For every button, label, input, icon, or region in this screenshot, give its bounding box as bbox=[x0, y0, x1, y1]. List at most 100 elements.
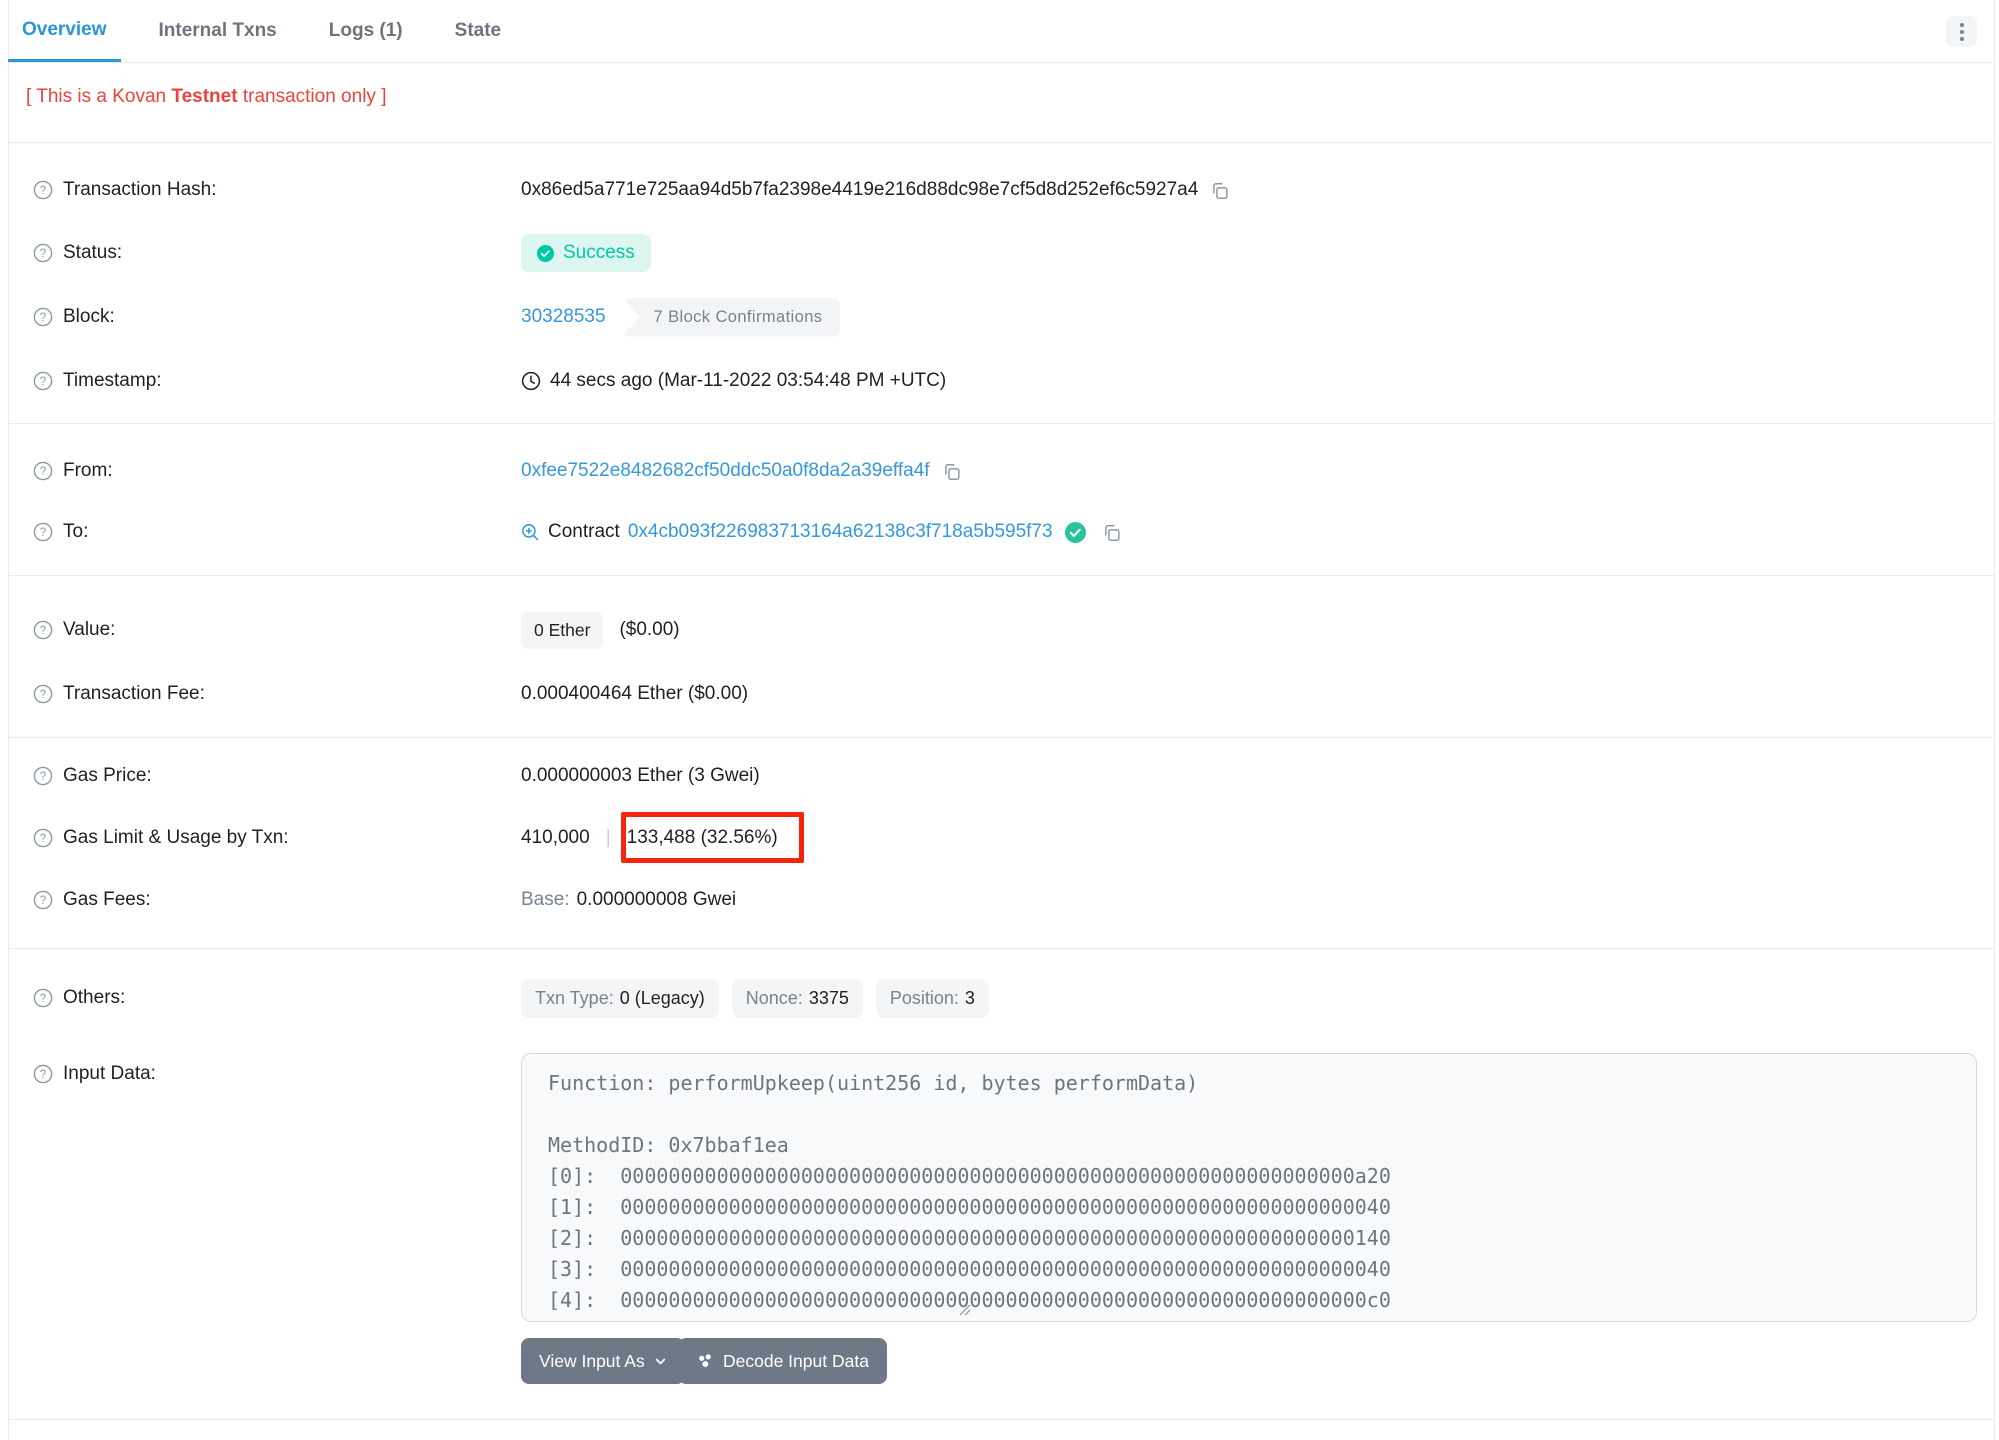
help-icon[interactable]: ? bbox=[33, 828, 53, 848]
testnet-notice-suffix: transaction only ] bbox=[237, 86, 387, 107]
to-address-link[interactable]: 0x4cb093f226983713164a62138c3f718a5b595f… bbox=[628, 521, 1053, 543]
help-icon[interactable]: ? bbox=[33, 522, 53, 542]
verified-check-icon bbox=[1064, 521, 1086, 543]
help-icon[interactable]: ? bbox=[33, 620, 53, 640]
timestamp-value: 44 secs ago (Mar-11-2022 03:54:48 PM +UT… bbox=[550, 370, 947, 391]
svg-text:?: ? bbox=[40, 466, 46, 478]
txn-type-badge: Txn Type: 0 (Legacy) bbox=[521, 978, 719, 1018]
divider bbox=[9, 1419, 1994, 1420]
help-icon[interactable]: ? bbox=[33, 766, 53, 786]
txn-type-value: 0 (Legacy) bbox=[619, 987, 705, 1008]
testnet-notice: [ This is a Kovan Testnet transaction on… bbox=[26, 86, 386, 108]
card-right-border bbox=[1994, 0, 1995, 1440]
nonce-label: Nonce: bbox=[745, 987, 803, 1008]
status-badge: Success bbox=[521, 234, 651, 272]
input-data-textarea[interactable]: Function: performUpkeep(uint256 id, byte… bbox=[521, 1053, 1977, 1322]
help-icon[interactable]: ? bbox=[33, 890, 53, 910]
position-label: Position: bbox=[889, 987, 959, 1008]
svg-text:?: ? bbox=[40, 895, 46, 907]
help-icon[interactable]: ? bbox=[33, 988, 53, 1008]
row-gas-fees: ? Gas Fees: Base: 0.000000008 Gwei bbox=[33, 880, 1969, 920]
row-label: Value: bbox=[63, 619, 116, 640]
block-number-link[interactable]: 30328535 bbox=[521, 306, 606, 328]
svg-text:?: ? bbox=[40, 625, 46, 637]
help-icon[interactable]: ? bbox=[33, 461, 53, 481]
divider bbox=[9, 423, 1994, 424]
svg-text:?: ? bbox=[40, 833, 46, 845]
decode-input-data-label: Decode Input Data bbox=[723, 1350, 869, 1371]
gas-limit-value: 410,000 bbox=[521, 827, 590, 848]
help-icon[interactable]: ? bbox=[33, 180, 53, 200]
more-options-button[interactable] bbox=[1946, 16, 1977, 47]
nonce-value: 3375 bbox=[808, 987, 849, 1008]
input-data-content: Function: performUpkeep(uint256 id, byte… bbox=[548, 1071, 1391, 1321]
txn-type-label: Txn Type: bbox=[535, 987, 614, 1008]
svg-text:?: ? bbox=[40, 993, 46, 1005]
row-transaction-hash: ? Transaction Hash: 0x86ed5a771e725aa94d… bbox=[33, 170, 1969, 210]
row-transaction-fee: ? Transaction Fee: 0.000400464 Ether ($0… bbox=[33, 674, 1969, 714]
row-label: From: bbox=[63, 460, 113, 481]
from-address-link[interactable]: 0xfee7522e8482682cf50ddc50a0f8da2a39effa… bbox=[521, 460, 930, 482]
row-timestamp: ? Timestamp: 44 secs ago (Mar-11-2022 03… bbox=[33, 361, 1969, 401]
help-icon[interactable]: ? bbox=[33, 684, 53, 704]
decode-input-data-button[interactable]: Decode Input Data bbox=[678, 1338, 887, 1384]
row-label: Transaction Hash: bbox=[63, 179, 217, 200]
row-label: Others: bbox=[63, 987, 126, 1008]
gas-fees-base-value: 0.000000008 Gwei bbox=[576, 889, 737, 910]
testnet-notice-prefix: [ This is a Kovan bbox=[26, 86, 172, 107]
view-input-as-button[interactable]: View Input As bbox=[521, 1338, 685, 1384]
tab-state[interactable]: State bbox=[441, 0, 515, 62]
row-value: ? Value: 0 Ether ($0.00) bbox=[33, 610, 1969, 650]
copy-icon[interactable] bbox=[1102, 523, 1121, 542]
svg-text:?: ? bbox=[40, 185, 46, 197]
help-icon[interactable]: ? bbox=[33, 371, 53, 391]
copy-icon[interactable] bbox=[942, 462, 961, 481]
help-icon[interactable]: ? bbox=[33, 243, 53, 263]
gas-fees-base-label: Base: bbox=[521, 889, 570, 910]
row-to: ? To: Contract 0x4cb093f226983713164a621… bbox=[33, 512, 1969, 552]
view-input-as-label: View Input As bbox=[539, 1350, 645, 1371]
check-circle-icon bbox=[537, 244, 554, 262]
value-separator: | bbox=[605, 827, 611, 848]
tab-bar: Overview Internal Txns Logs (1) State bbox=[8, 0, 1994, 63]
svg-text:?: ? bbox=[40, 1069, 46, 1081]
row-others: ? Others: Txn Type: 0 (Legacy) Nonce: 3375… bbox=[33, 978, 1969, 1018]
value-ether-badge: 0 Ether bbox=[521, 611, 604, 649]
copy-icon[interactable] bbox=[1210, 181, 1229, 200]
row-label: Gas Limit & Usage by Txn: bbox=[63, 827, 289, 848]
testnet-notice-bold: Testnet bbox=[171, 86, 238, 107]
divider bbox=[9, 142, 1994, 143]
to-contract-prefix: Contract bbox=[548, 521, 620, 542]
position-value: 3 bbox=[964, 987, 975, 1008]
row-label: Input Data: bbox=[63, 1063, 156, 1084]
row-block: ? Block: 30328535 7 Block Confirmations bbox=[33, 297, 1969, 337]
value-usd: ($0.00) bbox=[619, 619, 680, 640]
row-label: Gas Price: bbox=[63, 765, 152, 786]
divider bbox=[9, 575, 1994, 576]
transaction-overview-page: Overview Internal Txns Logs (1) State [ … bbox=[0, 0, 1999, 1440]
row-from: ? From: 0xfee7522e8482682cf50ddc50a0f8da… bbox=[33, 451, 1969, 491]
row-gas-limit-usage: ? Gas Limit & Usage by Txn: 410,000 | 13… bbox=[33, 818, 1969, 858]
row-status: ? Status: Success bbox=[33, 233, 1969, 273]
decode-icon bbox=[696, 1352, 714, 1370]
row-label: Status: bbox=[63, 242, 123, 263]
position-badge: Position: 3 bbox=[875, 978, 989, 1018]
tab-logs[interactable]: Logs (1) bbox=[315, 0, 417, 62]
row-label: Timestamp: bbox=[63, 370, 162, 391]
svg-text:?: ? bbox=[40, 771, 46, 783]
svg-text:?: ? bbox=[40, 312, 46, 324]
help-icon[interactable]: ? bbox=[33, 1064, 53, 1084]
transaction-fee-value: 0.000400464 Ether ($0.00) bbox=[521, 683, 749, 704]
gas-usage-value: 133,488 (32.56%) bbox=[626, 827, 778, 848]
transaction-hash-value: 0x86ed5a771e725aa94d5b7fa2398e4419e216d8… bbox=[521, 179, 1199, 200]
tab-internal-txns[interactable]: Internal Txns bbox=[145, 0, 291, 62]
kebab-icon bbox=[1959, 22, 1964, 27]
block-confirmations-badge: 7 Block Confirmations bbox=[621, 297, 841, 337]
nonce-badge: Nonce: 3375 bbox=[731, 978, 863, 1018]
row-label: Gas Fees: bbox=[63, 889, 151, 910]
tab-overview[interactable]: Overview bbox=[8, 0, 121, 62]
help-icon[interactable]: ? bbox=[33, 307, 53, 327]
gas-price-value: 0.000000003 Ether (3 Gwei) bbox=[521, 765, 760, 786]
zoom-in-icon[interactable] bbox=[521, 523, 540, 542]
row-gas-price: ? Gas Price: 0.000000003 Ether (3 Gwei) bbox=[33, 756, 1969, 796]
